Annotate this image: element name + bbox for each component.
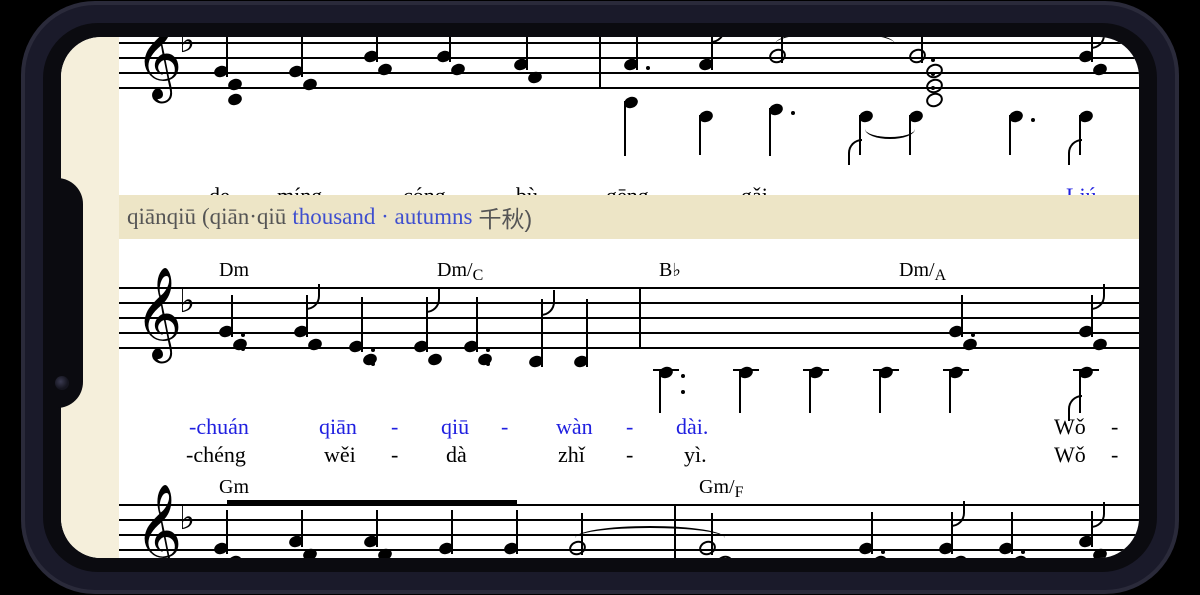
chord-label: Gm/F: [699, 476, 743, 499]
key-signature-flat: ♭: [179, 498, 195, 538]
staff-row-2: Dm Dm/C B Dm/A 𝄞 ♭: [119, 287, 1139, 367]
app-screen[interactable]: 𝄞 ♭: [61, 37, 1139, 558]
key-signature-flat: ♭: [179, 37, 195, 61]
phone-notch: [43, 178, 83, 408]
key-signature-flat: ♭: [179, 281, 195, 321]
treble-clef-icon: 𝄞: [135, 37, 182, 100]
word-definition-tooltip[interactable]: qiānqiū (qiān·qiū thousand · autumns 千秋): [119, 195, 1139, 239]
definition-breakdown: (qiān·qiū: [202, 204, 286, 230]
chord-label: Gm: [219, 476, 249, 499]
chord-label: Dm/A: [899, 259, 946, 282]
chord-label: Dm/C: [437, 259, 483, 282]
definition-cjk: 千秋): [478, 200, 532, 234]
staff-row-1: 𝄞 ♭: [119, 37, 1139, 107]
chord-label: B: [659, 259, 681, 282]
treble-clef-icon: 𝄞: [135, 269, 182, 360]
phone-bezel: 𝄞 ♭: [43, 23, 1157, 572]
staff-row-3: Gm Gm/F 𝄞 ♭: [119, 504, 1139, 558]
phone-frame: 𝄞 ♭: [25, 5, 1175, 590]
tie-icon: [865, 119, 915, 139]
chord-label: Dm: [219, 259, 249, 282]
definition-gloss: thousand · autumns: [292, 204, 472, 230]
sheet-music-content[interactable]: 𝄞 ♭: [61, 37, 1139, 558]
treble-clef-icon: 𝄞: [135, 486, 182, 558]
phone-camera: [55, 376, 69, 390]
definition-word: qiānqiū: [127, 204, 196, 230]
